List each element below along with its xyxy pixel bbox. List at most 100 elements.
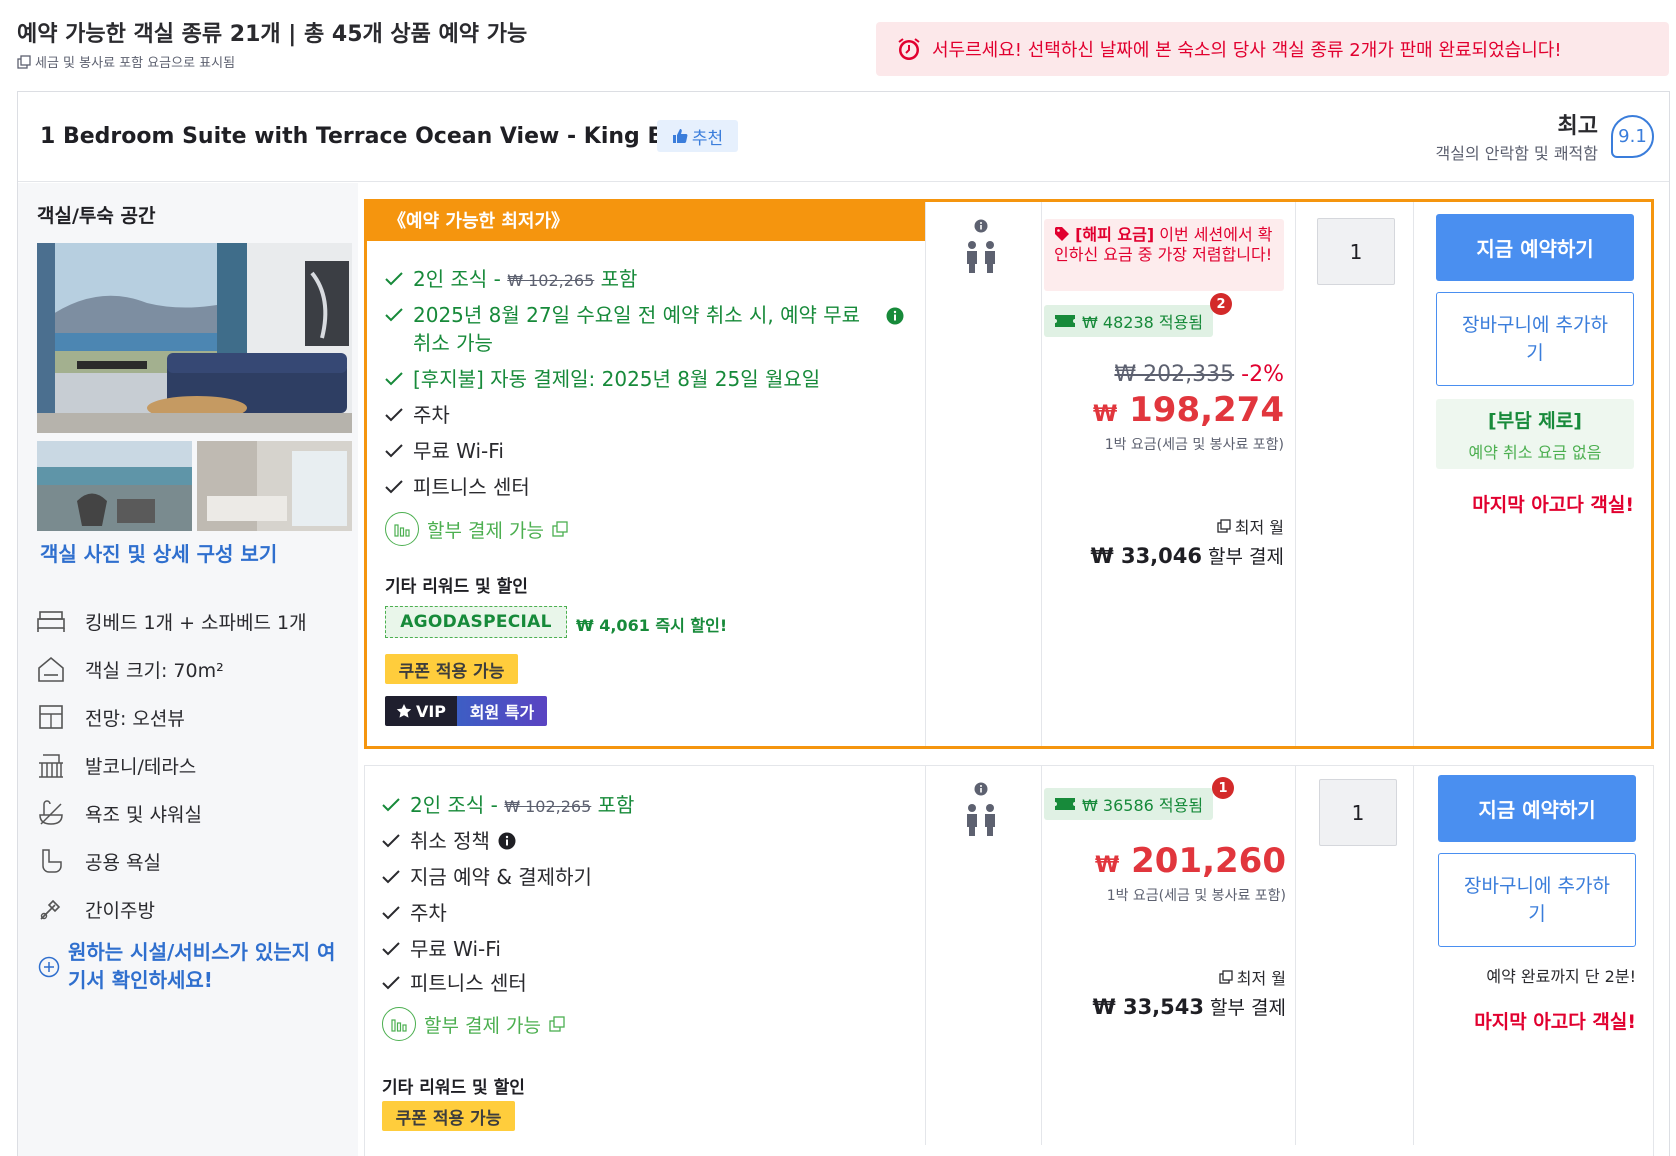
check-icon bbox=[382, 827, 402, 855]
monthly-amount: ₩ 33,046 bbox=[1090, 544, 1202, 568]
room-size-icon bbox=[35, 653, 67, 685]
pay-later-text: [후지불] 자동 결제일: 2025년 8월 25일 월요일 bbox=[413, 367, 821, 391]
breakfast-suffix: 포함 bbox=[591, 793, 635, 817]
page-title: 예약 가능한 객실 종류 21개 | 총 45개 상품 예약 가능 bbox=[17, 22, 528, 47]
pay-now-text: 지금 예약 & 결제하기 bbox=[410, 865, 592, 889]
applied-discount: ₩ 36586 적용됨 bbox=[1044, 788, 1214, 820]
amenity-shared-bath: 공용 욕실 bbox=[35, 845, 161, 877]
plus-circle-icon bbox=[38, 938, 60, 994]
promo-code-tag[interactable]: AGODASPECIAL bbox=[385, 606, 567, 638]
thumbs-up-icon bbox=[672, 128, 688, 144]
feature-breakfast: 2인 조식 - ₩ 102,265 포함 bbox=[382, 791, 634, 821]
sold-out-alert: 서두르세요! 선택하신 날짜에 본 숙소의 당사 객실 종류 2개가 판매 완료… bbox=[876, 22, 1669, 76]
occupancy-2-adults[interactable] bbox=[963, 782, 999, 838]
divider bbox=[1041, 202, 1042, 746]
fitness-text: 피트니스 센터 bbox=[413, 475, 530, 499]
add-to-cart-button[interactable]: 장바구니에 추가하기 bbox=[1438, 853, 1636, 947]
divider bbox=[925, 202, 926, 746]
room-photo-bathroom[interactable] bbox=[197, 441, 352, 531]
check-icon bbox=[385, 301, 405, 329]
occupancy-2-adults[interactable] bbox=[963, 219, 999, 275]
score-word: 최고 bbox=[1557, 114, 1598, 139]
applied-count-badge: 2 bbox=[1210, 293, 1232, 315]
room-photo-terrace[interactable] bbox=[37, 441, 192, 531]
score-description: 객실의 안락함 및 쾌적함 bbox=[1435, 144, 1598, 163]
feature-pay-later: [후지불] 자동 결제일: 2025년 8월 25일 월요일 bbox=[385, 365, 820, 393]
applied-discount: ₩ 48238 적용됨 bbox=[1044, 305, 1214, 337]
breakfast-original-price: ₩ 102,265 bbox=[504, 797, 592, 816]
zero-cancel-fee-badge: [부담 제로] 예약 취소 요금 없음 bbox=[1436, 399, 1634, 469]
last-room-warning: 마지막 아고다 객실! bbox=[1472, 494, 1634, 516]
room-main-photo[interactable] bbox=[37, 243, 352, 433]
coupon-badge[interactable]: 쿠폰 적용 가능 bbox=[382, 1101, 515, 1131]
parking-text: 주차 bbox=[410, 901, 447, 925]
feature-fitness: 피트니스 센터 bbox=[382, 969, 527, 997]
feature-free-cancel: 2025년 8월 27일 수요일 전 예약 취소 시, 예약 무료 취소 가능 bbox=[385, 301, 905, 357]
room-name[interactable]: 1 Bedroom Suite with Terrace Ocean View … bbox=[40, 124, 695, 149]
divider bbox=[1413, 202, 1414, 746]
urgency-note: 예약 완료까지 단 2분! bbox=[1486, 967, 1636, 986]
info-icon[interactable] bbox=[886, 307, 904, 325]
happy-rate-note: [해피 요금] 이번 세션에서 확인하신 요금 중 가장 저렴합니다! bbox=[1044, 219, 1284, 291]
other-rewards-title: 기타 리워드 및 할인 bbox=[385, 577, 528, 597]
external-link-icon bbox=[17, 54, 31, 69]
divider bbox=[1295, 202, 1296, 746]
monthly-suffix: 할부 결제 bbox=[1202, 546, 1284, 568]
monthly-suffix: 할부 결제 bbox=[1204, 997, 1286, 1019]
monthly-installment: ₩ 33,543 할부 결제 bbox=[1044, 993, 1286, 1020]
amenity-search-link[interactable]: 원하는 시설/서비스가 있는지 여기서 확인하세요! bbox=[38, 938, 348, 994]
info-icon[interactable] bbox=[498, 827, 516, 850]
room-quantity-select[interactable]: 1 bbox=[1319, 779, 1397, 846]
ticket-icon bbox=[1054, 313, 1076, 329]
vip-label: VIP bbox=[415, 701, 447, 721]
feature-cancel-policy: 취소 정책 bbox=[382, 827, 516, 855]
room-info-title: 객실/투숙 공간 bbox=[37, 205, 156, 227]
installment-link[interactable]: 할부 결제 가능 bbox=[382, 1007, 565, 1041]
divider bbox=[925, 765, 926, 1145]
room-photos-link[interactable]: 객실 사진 및 상세 구성 보기 bbox=[40, 538, 277, 567]
book-now-button[interactable]: 지금 예약하기 bbox=[1436, 214, 1634, 281]
breakfast-label: 2인 조식 - bbox=[410, 793, 505, 817]
min-monthly: 최저 월 bbox=[1044, 514, 1284, 538]
ticket-icon bbox=[1054, 796, 1076, 812]
check-icon bbox=[385, 401, 405, 429]
feature-pay-now: 지금 예약 & 결제하기 bbox=[382, 863, 592, 891]
check-icon bbox=[382, 935, 402, 963]
applied-text: ₩ 48238 적용됨 bbox=[1082, 313, 1204, 332]
other-rewards-title: 기타 리워드 및 할인 bbox=[382, 1078, 525, 1098]
amenity-label: 간이주방 bbox=[85, 899, 155, 922]
breakfast-original-price: ₩ 102,265 bbox=[507, 271, 595, 290]
feature-breakfast: 2인 조식 - ₩ 102,265 포함 bbox=[385, 265, 637, 295]
promo-discount-text: ₩ 4,061 즉시 할인! bbox=[576, 616, 728, 635]
score-badge[interactable]: 9.1 bbox=[1611, 115, 1654, 158]
installment-text: 할부 결제 가능 bbox=[424, 1014, 541, 1037]
min-monthly: 최저 월 bbox=[1044, 965, 1286, 989]
vip-badge: VIP 회원 특가 bbox=[385, 696, 547, 726]
book-now-button[interactable]: 지금 예약하기 bbox=[1438, 775, 1636, 842]
tax-note: 세금 및 봉사료 포함 요금으로 표시됨 bbox=[17, 52, 235, 71]
divider bbox=[1295, 765, 1296, 1145]
amenity-view: 전망: 오션뷰 bbox=[35, 701, 185, 733]
installment-link[interactable]: 할부 결제 가능 bbox=[385, 512, 568, 546]
info-icon bbox=[974, 782, 988, 796]
discount-percent: -2% bbox=[1241, 362, 1284, 387]
price-value: 201,260 bbox=[1131, 841, 1286, 881]
zero-fee-title: [부담 제로] bbox=[1488, 409, 1582, 432]
external-link-icon bbox=[549, 1016, 565, 1032]
balcony-icon bbox=[35, 749, 67, 781]
zero-fee-sub: 예약 취소 요금 없음 bbox=[1468, 442, 1602, 462]
coupon-badge[interactable]: 쿠폰 적용 가능 bbox=[385, 654, 518, 684]
check-icon bbox=[382, 899, 402, 927]
member-deal-label: 회원 특가 bbox=[457, 696, 547, 726]
check-icon bbox=[385, 265, 405, 293]
add-to-cart-button[interactable]: 장바구니에 추가하기 bbox=[1436, 292, 1634, 386]
parking-text: 주차 bbox=[413, 403, 450, 427]
external-link-icon bbox=[1217, 519, 1231, 533]
amenity-label: 공용 욕실 bbox=[85, 851, 161, 874]
amenity-bath: 욕조 및 샤워실 bbox=[35, 797, 202, 829]
room-quantity-select[interactable]: 1 bbox=[1317, 218, 1395, 285]
happy-rate-label: [해피 요금] bbox=[1075, 225, 1155, 244]
info-icon bbox=[974, 219, 988, 233]
amenity-label: 객실 크기: 70m² bbox=[85, 659, 224, 682]
divider bbox=[1413, 765, 1414, 1145]
